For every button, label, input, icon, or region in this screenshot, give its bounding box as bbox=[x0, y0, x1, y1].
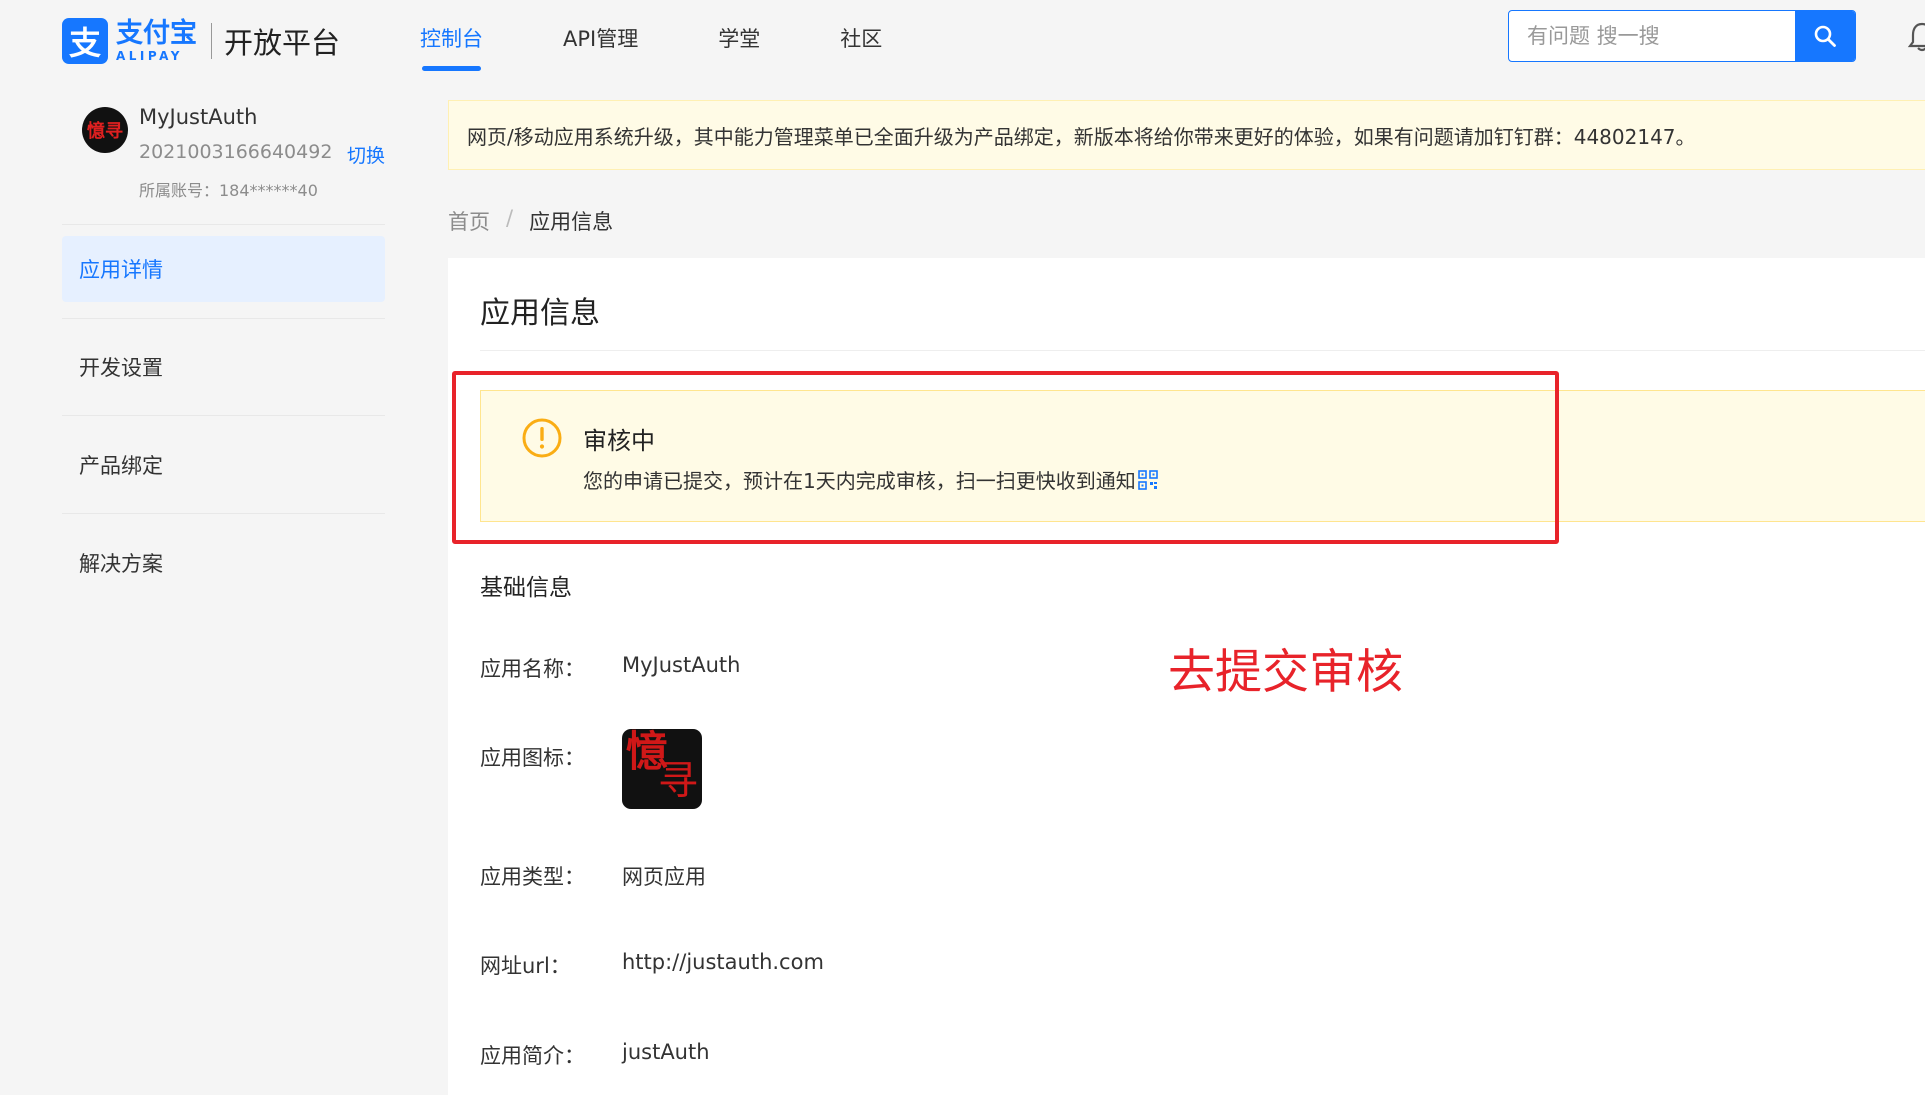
review-status-desc-row: 您的申请已提交，预计在1天内完成审核，扫一扫更快收到通知 bbox=[583, 465, 1158, 494]
account-name: MyJustAuth bbox=[139, 105, 258, 129]
sidebar-menu: 应用详情 开发设置 产品绑定 解决方案 bbox=[62, 236, 385, 612]
platform-name: 开放平台 bbox=[224, 26, 341, 60]
logo-chinese-name: 支付宝 bbox=[116, 18, 197, 49]
app-type-value: 网页应用 bbox=[622, 865, 706, 889]
app-url-value[interactable]: http://justauth.com bbox=[622, 950, 824, 974]
app-intro-label: 应用简介： bbox=[480, 1044, 585, 1068]
top-bar: 支 支付宝 ALIPAY 开放平台 控制台 API管理 学堂 社区 bbox=[0, 0, 1925, 78]
breadcrumb-current: 应用信息 bbox=[529, 210, 614, 234]
review-status-title: 审核中 bbox=[583, 427, 655, 455]
review-status-desc: 您的申请已提交，预计在1天内完成审核，扫一扫更快收到通知 bbox=[583, 469, 1136, 493]
app-name-value: MyJustAuth bbox=[622, 653, 741, 677]
search-icon bbox=[1814, 25, 1836, 47]
warning-icon bbox=[522, 418, 562, 458]
review-status-alert: 审核中 您的申请已提交，预计在1天内完成审核，扫一扫更快收到通知 bbox=[480, 390, 1925, 522]
nav-api-management[interactable]: API管理 bbox=[563, 0, 638, 78]
app-name-label: 应用名称： bbox=[480, 657, 585, 681]
title-divider bbox=[480, 350, 1925, 351]
app-url-label: 网址url： bbox=[480, 954, 571, 978]
sidebar-item-app-details[interactable]: 应用详情 bbox=[62, 236, 385, 302]
logo-english-name: ALIPAY bbox=[116, 49, 183, 63]
app-icon-char-2: 寻 bbox=[658, 758, 698, 804]
account-panel: 憶寻 MyJustAuth 2021003166640492 切换 所属账号：1… bbox=[62, 95, 385, 225]
app-intro-value: justAuth bbox=[622, 1040, 710, 1064]
nav-community[interactable]: 社区 bbox=[840, 0, 882, 78]
avatar: 憶寻 bbox=[82, 107, 128, 153]
app-icon-label: 应用图标： bbox=[480, 746, 585, 770]
breadcrumb: 首页 / 应用信息 bbox=[448, 206, 613, 236]
logo-wordmark: 支付宝 ALIPAY bbox=[116, 20, 197, 62]
page-title: 应用信息 bbox=[480, 296, 600, 331]
sidebar-item-product-binding[interactable]: 产品绑定 bbox=[62, 416, 385, 514]
sidebar-item-solutions[interactable]: 解决方案 bbox=[62, 514, 385, 612]
app-info-card: 应用信息 审核中 您的申请已提交，预计在1天内完成审核，扫一扫更快收到通知 基础… bbox=[448, 258, 1925, 1095]
main-nav: 控制台 API管理 学堂 社区 bbox=[420, 0, 962, 78]
notification-bell-icon[interactable] bbox=[1905, 20, 1925, 54]
submit-review-annotation: 去提交审核 bbox=[1168, 645, 1403, 700]
upgrade-notice: 网页/移动应用系统升级，其中能力管理菜单已全面升级为产品绑定，新版本将给你带来更… bbox=[448, 100, 1925, 170]
breadcrumb-separator: / bbox=[506, 206, 514, 230]
nav-console[interactable]: 控制台 bbox=[420, 0, 483, 78]
app-type-label: 应用类型： bbox=[480, 865, 585, 889]
search-box bbox=[1508, 10, 1856, 62]
alipay-logo[interactable]: 支 支付宝 ALIPAY 开放平台 bbox=[62, 18, 340, 64]
search-button[interactable] bbox=[1795, 11, 1855, 61]
alipay-logo-icon: 支 bbox=[62, 18, 108, 64]
sidebar-item-dev-settings[interactable]: 开发设置 bbox=[62, 318, 385, 416]
account-id: 2021003166640492 bbox=[139, 141, 333, 163]
basic-info-heading: 基础信息 bbox=[480, 575, 572, 601]
app-icon-image: 憶 寻 bbox=[622, 729, 702, 809]
logo-divider bbox=[211, 23, 212, 59]
switch-account-link[interactable]: 切换 bbox=[347, 141, 385, 168]
sidebar: 憶寻 MyJustAuth 2021003166640492 切换 所属账号：1… bbox=[62, 95, 385, 612]
account-owner: 所属账号：184******40 bbox=[139, 181, 318, 200]
nav-academy[interactable]: 学堂 bbox=[718, 0, 760, 78]
qr-code-icon[interactable] bbox=[1137, 469, 1158, 490]
breadcrumb-home[interactable]: 首页 bbox=[448, 206, 490, 236]
search-input[interactable] bbox=[1509, 11, 1795, 61]
